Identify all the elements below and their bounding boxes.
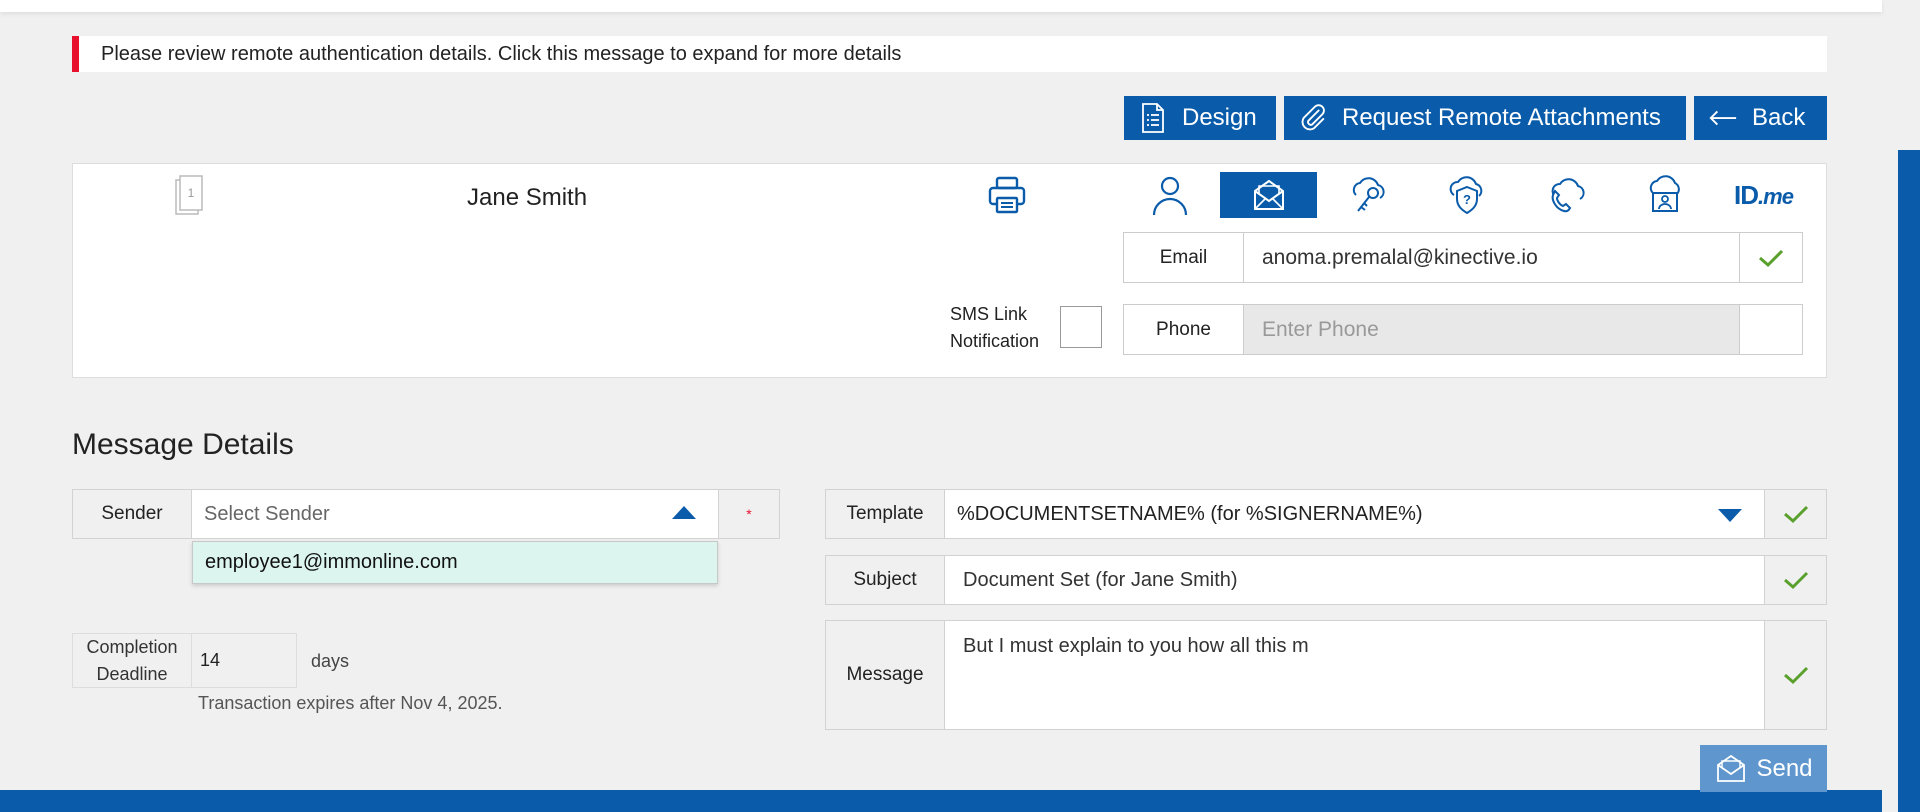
key-cloud-icon	[1352, 177, 1385, 212]
subject-field[interactable]: Document Set (for Jane Smith)	[945, 556, 1765, 604]
envelope-icon	[1253, 179, 1284, 210]
bottom-footer-bar	[0, 790, 1882, 812]
envelope-icon	[1717, 754, 1746, 782]
tab-auth-idme[interactable]: ID.me	[1715, 172, 1812, 218]
tab-auth-person[interactable]	[1121, 172, 1218, 218]
subject-label: Subject	[826, 556, 945, 604]
message-textarea[interactable]: But I must explain to you how all this m	[945, 621, 1765, 729]
alert-message: Please review remote authentication deta…	[101, 42, 902, 65]
template-row: Template %DOCUMENTSETNAME% (for %SIGNERN…	[825, 489, 1827, 539]
phone-status-cell	[1740, 305, 1802, 354]
subject-row: Subject Document Set (for Jane Smith)	[825, 555, 1827, 605]
sender-label: Sender	[73, 490, 192, 538]
message-label: Message	[826, 621, 945, 729]
transaction-expiry-text: Transaction expires after Nov 4, 2025.	[198, 693, 503, 713]
sms-link-notification-checkbox[interactable]	[1060, 306, 1102, 348]
tab-auth-phone[interactable]	[1517, 172, 1614, 218]
sender-required-marker: *	[746, 506, 752, 522]
send-button-label: Send	[1756, 754, 1813, 782]
days-label: days	[311, 651, 350, 671]
request-remote-attachments-button[interactable]: Request Remote Attachments	[1284, 96, 1686, 140]
idme-logo: ID.me	[1734, 179, 1794, 210]
document-list-icon	[1142, 103, 1164, 133]
sms-link-notification-label: SMS Link Notification	[950, 304, 1040, 351]
caret-up-icon	[672, 506, 696, 519]
sender-select-placeholder: Select Sender	[204, 502, 330, 525]
request-attachments-label: Request Remote Attachments	[1342, 104, 1661, 131]
arrow-left-icon	[1709, 110, 1737, 126]
svg-text:1: 1	[188, 186, 195, 200]
back-button-label: Back	[1752, 104, 1806, 131]
checkmark-icon	[1759, 249, 1784, 267]
send-button[interactable]: Send	[1700, 745, 1827, 792]
message-details-title: Message Details	[72, 428, 294, 461]
top-header-bar	[0, 0, 1882, 12]
auth-review-alert[interactable]: Please review remote authentication deta…	[72, 36, 1827, 72]
tab-auth-email[interactable]	[1220, 172, 1317, 218]
page-scrollbar[interactable]	[1898, 150, 1920, 812]
subject-valid-check	[1765, 556, 1826, 604]
email-row: Email anoma.premalal@kinective.io	[1123, 232, 1803, 283]
message-row: Message But I must explain to you how al…	[825, 620, 1827, 730]
phone-label: Phone	[1124, 305, 1244, 354]
document-count-icon: 1	[175, 175, 203, 215]
checkmark-icon	[1783, 505, 1808, 524]
email-valid-check	[1740, 233, 1802, 282]
recipient-card: 1 Jane Smith ? ID.me Email anoma.premala…	[72, 163, 1827, 378]
phone-cloud-icon	[1551, 178, 1585, 213]
back-button[interactable]: Back	[1694, 96, 1827, 140]
phone-row: Phone Enter Phone	[1123, 304, 1803, 355]
message-valid-check	[1765, 621, 1826, 729]
paperclip-icon	[1301, 104, 1325, 131]
id-cloud-icon	[1649, 175, 1680, 212]
sender-option[interactable]: employee1@immonline.com	[192, 541, 718, 584]
template-select-value: %DOCUMENTSETNAME% (for %SIGNERNAME%)	[957, 502, 1423, 525]
shield-question-icon: ?	[1449, 176, 1482, 215]
sender-row: Sender Select Sender *	[72, 489, 780, 539]
design-button[interactable]: Design	[1124, 96, 1276, 140]
email-field[interactable]: anoma.premalal@kinective.io	[1244, 233, 1740, 282]
person-icon	[1152, 176, 1187, 216]
tab-auth-id[interactable]	[1616, 172, 1713, 218]
design-button-label: Design	[1182, 104, 1257, 131]
template-label: Template	[826, 490, 945, 538]
phone-field[interactable]: Enter Phone	[1244, 305, 1740, 354]
template-select[interactable]: %DOCUMENTSETNAME% (for %SIGNERNAME%)	[945, 490, 1765, 538]
checkmark-icon	[1783, 571, 1808, 590]
completion-deadline-input[interactable]: 14	[192, 634, 296, 687]
svg-text:?: ?	[1463, 192, 1471, 207]
printer-icon[interactable]	[985, 174, 1029, 218]
chevron-down-icon	[1718, 509, 1742, 522]
sender-option-label: employee1@immonline.com	[205, 551, 458, 573]
tab-auth-key[interactable]	[1319, 172, 1416, 218]
signer-name: Jane Smith	[467, 184, 588, 211]
checkmark-icon	[1783, 666, 1808, 685]
completion-deadline-row: Completion Deadline 14	[72, 633, 297, 688]
sender-select[interactable]: Select Sender	[192, 490, 719, 538]
template-valid-check	[1765, 490, 1826, 538]
tab-auth-kba[interactable]: ?	[1418, 172, 1515, 218]
completion-deadline-label: Completion Deadline	[73, 634, 192, 687]
email-label: Email	[1124, 233, 1244, 282]
